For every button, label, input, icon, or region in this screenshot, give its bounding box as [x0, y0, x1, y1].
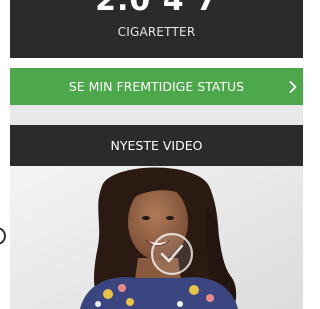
- section-divider: [10, 105, 303, 125]
- video-still-image: [10, 166, 303, 309]
- offscreen-ring-icon: [0, 226, 7, 246]
- cigarette-count: 2.0 4 7: [95, 0, 218, 18]
- cigarette-count-label: CIGARETTER: [117, 25, 196, 39]
- latest-video-title: NYESTE VIDEO: [110, 138, 203, 153]
- stats-card: 2.0 4 7 CIGARETTER: [10, 0, 303, 58]
- app-screen: 2.0 4 7 CIGARETTER SE MIN FREMTIDIGE STA…: [0, 0, 305, 309]
- latest-video-thumbnail[interactable]: [10, 166, 303, 309]
- play-check-icon: [150, 232, 194, 276]
- future-status-label: SE MIN FREMTIDIGE STATUS: [68, 79, 245, 94]
- chevron-right-icon: [289, 68, 297, 105]
- latest-video-header: NYESTE VIDEO: [10, 125, 303, 166]
- future-status-button[interactable]: SE MIN FREMTIDIGE STATUS: [10, 68, 303, 105]
